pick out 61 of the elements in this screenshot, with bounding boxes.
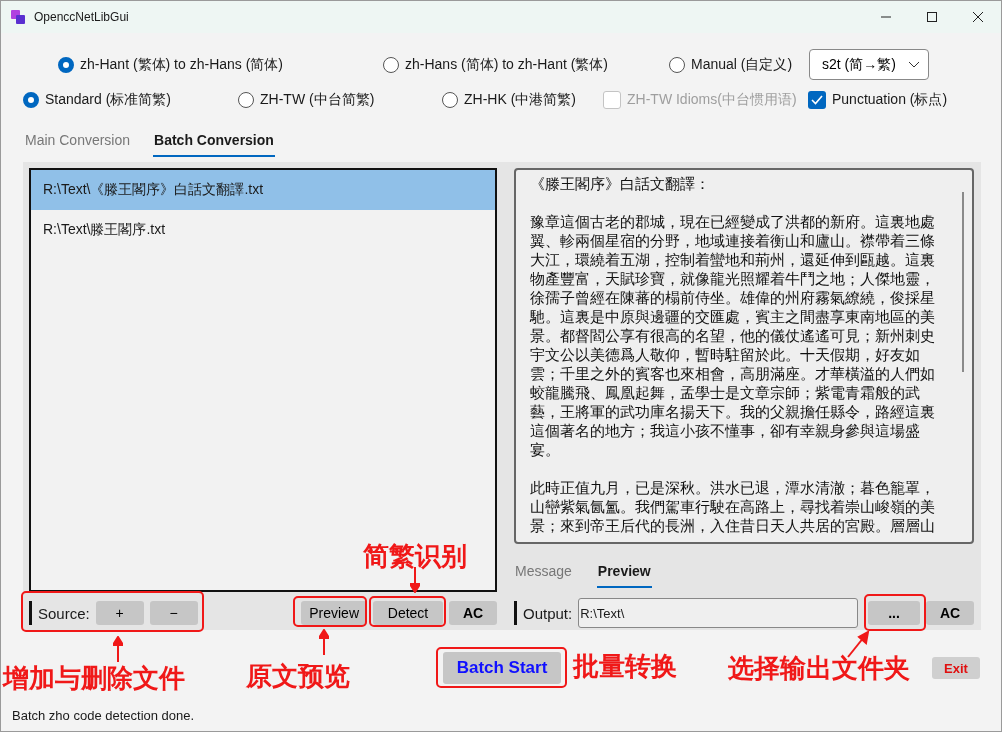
maximize-icon bbox=[927, 12, 937, 22]
scrollbar[interactable] bbox=[962, 192, 964, 372]
preview-text-line: 豫章這個古老的郡城，現在已經變成了洪都的新府。這裏地處 bbox=[530, 212, 936, 231]
preview-text-line: 宇文公以美德爲人敬仰，暫時駐留於此。十天假期，好友如 bbox=[530, 345, 921, 364]
browse-button[interactable]: ... bbox=[868, 601, 920, 625]
preview-text-line: 大江，環繞着五湖，控制着蠻地和荊州，還延伸到甌越。這裏 bbox=[530, 250, 936, 269]
app-icon bbox=[10, 9, 26, 25]
preview-text-line: 物產豐富，天賦珍寶，就像龍光照耀着牛鬥之地；人傑地靈， bbox=[530, 269, 936, 288]
preview-text-line: 雲；千里之外的賓客也來相會，高朋滿座。才華橫溢的人們如 bbox=[530, 364, 936, 383]
config-dropdown[interactable]: s2t (简→繁) bbox=[809, 49, 929, 80]
minimize-icon bbox=[881, 16, 891, 18]
preview-text-line: 蛟龍騰飛、鳳凰起舞，孟學士是文章宗師；紫電青霜般的武 bbox=[530, 383, 921, 402]
output-label: Output: bbox=[523, 604, 573, 622]
preview-text-line: 徐孺子曾經在陳蕃的榻前侍坐。雄偉的州府霧氣繚繞，俊採星 bbox=[530, 288, 936, 307]
close-icon bbox=[973, 12, 983, 22]
radio-option[interactable]: ZH-HK (中港简繁) bbox=[442, 90, 603, 109]
checkbox-option[interactable]: Punctuation (标点) bbox=[808, 90, 988, 109]
radio-option[interactable]: zh-Hans (简体) to zh-Hant (繁体) bbox=[383, 55, 669, 74]
file-list-item[interactable]: R:\Text\滕王閣序.txt bbox=[31, 210, 495, 250]
preview-text-line: 這個著名的地方；我這小孩不懂事，卻有幸親身參與這場盛 bbox=[530, 421, 921, 440]
preview-text-line: 山巒紫氣氤氳。我們駕車行駛在高路上，尋找着崇山峻嶺的美 bbox=[530, 497, 936, 516]
annotation-label: 原文预览 bbox=[246, 660, 350, 693]
clear-button[interactable]: AC bbox=[926, 601, 974, 625]
remove-button[interactable]: − bbox=[149, 601, 198, 625]
preview-text-line: 馳。這裏是中原與邊疆的交匯處，賓主之間盡享東南地區的美 bbox=[530, 307, 936, 326]
preview-text-line: 翼、軫兩個星宿的分野，地域連接着衡山和廬山。襟帶着三條 bbox=[530, 231, 936, 250]
radio-option[interactable]: ZH-TW (中台简繁) bbox=[238, 90, 442, 109]
window-title: OpenccNetLibGui bbox=[34, 10, 130, 24]
preview-text-line: 藝，王將軍的武功庫名揚天下。我的父親擔任縣令，路經這裏 bbox=[530, 402, 936, 421]
annotation-label: 增加与删除文件 bbox=[3, 662, 185, 695]
preview-text-area[interactable] bbox=[514, 168, 974, 544]
preview-text-line: 宴。 bbox=[530, 440, 561, 459]
chevron-down-icon bbox=[908, 60, 920, 69]
clear-button[interactable]: AC bbox=[449, 601, 497, 625]
tab[interactable]: Message bbox=[514, 563, 573, 588]
separator-bar bbox=[514, 601, 517, 625]
tab[interactable]: Preview bbox=[596, 563, 652, 588]
radio-option[interactable]: zh-Hant (繁体) to zh-Hans (简体) bbox=[58, 55, 383, 74]
tab[interactable]: Main Conversion bbox=[24, 132, 132, 157]
preview-text-line: 景。都督閻公享有很高的名望，他的儀仗遙遙可見；新州刺史 bbox=[530, 326, 936, 345]
separator-bar bbox=[29, 601, 32, 625]
highlight-frame bbox=[864, 594, 926, 631]
tab[interactable]: Batch Conversion bbox=[153, 132, 275, 157]
preview-text-line: 景；來到帝王后代的長洲，入住昔日天人共居的宮殿。層層山 bbox=[530, 516, 936, 535]
add-button[interactable]: + bbox=[95, 601, 144, 625]
status-text: Batch zho code detection done. bbox=[11, 707, 196, 723]
annotation-label: 简繁识别 bbox=[363, 540, 467, 573]
annotation-label: 选择输出文件夹 bbox=[728, 652, 910, 685]
preview-text-line: 《滕王閣序》白話文翻譯： bbox=[530, 174, 711, 193]
arrow bbox=[113, 636, 123, 662]
arrow bbox=[319, 629, 329, 655]
radio-option[interactable]: Manual (自定义) bbox=[669, 55, 809, 74]
batch-start-button[interactable]: Batch Start bbox=[443, 652, 561, 684]
preview-text-line: 此時正值九月，已是深秋。洪水已退，潭水清澈；暮色籠罩， bbox=[530, 478, 936, 497]
annotation-label: 批量转换 bbox=[573, 650, 677, 683]
source-label: Source: bbox=[38, 604, 90, 622]
file-list-item[interactable]: R:\Text\《滕王閣序》白話文翻譯.txt bbox=[31, 170, 495, 210]
preview-button[interactable]: Preview bbox=[301, 601, 367, 625]
output-path-field[interactable]: R:\Text\ bbox=[578, 598, 858, 628]
detect-button[interactable]: Detect bbox=[373, 601, 443, 625]
radio-option[interactable]: Standard (标准简繁) bbox=[23, 90, 238, 109]
